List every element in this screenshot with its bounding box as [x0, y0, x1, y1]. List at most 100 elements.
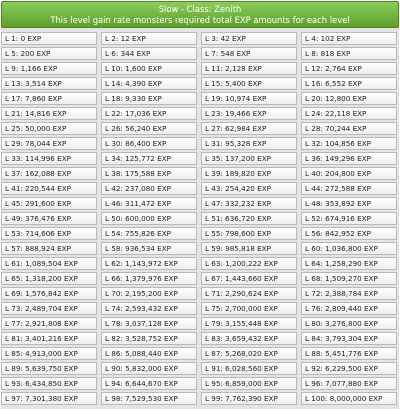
- level-exp-cell: L 86: 5,088,440 EXP: [101, 347, 197, 360]
- level-exp-cell: L 21: 14,816 EXP: [1, 107, 97, 120]
- level-exp-cell: L 3: 42 EXP: [201, 32, 297, 45]
- level-exp-cell: L 12: 2,764 EXP: [301, 62, 397, 75]
- level-exp-cell: L 96: 7,077,880 EXP: [301, 377, 397, 390]
- level-exp-cell: L 93: 6,434,850 EXP: [1, 377, 97, 390]
- level-exp-cell: L 34: 125,772 EXP: [101, 152, 197, 165]
- level-exp-cell: L 30: 86,400 EXP: [101, 137, 197, 150]
- level-exp-cell: L 46: 311,472 EXP: [101, 197, 197, 210]
- level-exp-cell: L 90: 5,832,000 EXP: [101, 362, 197, 375]
- level-exp-cell: L 59: 985,818 EXP: [201, 242, 297, 255]
- level-exp-cell: L 13: 3,514 EXP: [1, 77, 97, 90]
- level-exp-cell: L 67: 1,443,660 EXP: [201, 272, 297, 285]
- level-exp-cell: L 91: 6,028,560 EXP: [201, 362, 297, 375]
- level-exp-cell: L 100: 8,000,000 EXP: [301, 392, 397, 405]
- level-exp-cell: L 76: 2,809,440 EXP: [301, 302, 397, 315]
- level-exp-cell: L 38: 175,588 EXP: [101, 167, 197, 180]
- level-exp-cell: L 84: 3,793,304 EXP: [301, 332, 397, 345]
- level-exp-cell: L 20: 12,800 EXP: [301, 92, 397, 105]
- level-exp-cell: L 25: 50,000 EXP: [1, 122, 97, 135]
- level-exp-cell: L 80: 3,276,800 EXP: [301, 317, 397, 330]
- level-exp-cell: L 60: 1,036,800 EXP: [301, 242, 397, 255]
- level-exp-cell: L 54: 755,826 EXP: [101, 227, 197, 240]
- level-exp-cell: L 83: 3,659,432 EXP: [201, 332, 297, 345]
- level-exp-cell: L 62: 1,143,972 EXP: [101, 257, 197, 270]
- level-exp-cell: L 9: 1,166 EXP: [1, 62, 97, 75]
- level-exp-cell: L 18: 9,330 EXP: [101, 92, 197, 105]
- level-exp-cell: L 73: 2,489,704 EXP: [1, 302, 97, 315]
- level-exp-cell: L 23: 19,466 EXP: [201, 107, 297, 120]
- level-exp-cell: L 78: 3,037,128 EXP: [101, 317, 197, 330]
- level-exp-cell: L 68: 1,509,270 EXP: [301, 272, 397, 285]
- table-title: Slow - Class: Zenith: [158, 4, 242, 14]
- level-exp-cell: L 47: 332,232 EXP: [201, 197, 297, 210]
- level-exp-cell: L 44: 272,588 EXP: [301, 182, 397, 195]
- level-exp-cell: L 81: 3,401,216 EXP: [1, 332, 97, 345]
- level-exp-cell: L 87: 5,268,020 EXP: [201, 347, 297, 360]
- level-exp-cell: L 97: 7,301,380 EXP: [1, 392, 97, 405]
- level-exp-cell: L 29: 78,044 EXP: [1, 137, 97, 150]
- level-exp-cell: L 92: 6,229,500 EXP: [301, 362, 397, 375]
- level-exp-cell: L 19: 10,974 EXP: [201, 92, 297, 105]
- level-exp-cell: L 58: 936,534 EXP: [101, 242, 197, 255]
- level-exp-cell: L 22: 17,036 EXP: [101, 107, 197, 120]
- level-exp-cell: L 71: 2,290,624 EXP: [201, 287, 297, 300]
- level-exp-cell: L 45: 291,600 EXP: [1, 197, 97, 210]
- level-exp-cell: L 52: 674,916 EXP: [301, 212, 397, 225]
- level-exp-cell: L 79: 3,155,448 EXP: [201, 317, 297, 330]
- level-exp-cell: L 8: 818 EXP: [301, 47, 397, 60]
- level-exp-cell: L 28: 70,244 EXP: [301, 122, 397, 135]
- level-exp-cell: L 32: 104,856 EXP: [301, 137, 397, 150]
- level-exp-cell: L 36: 149,296 EXP: [301, 152, 397, 165]
- level-exp-cell: L 94: 6,644,670 EXP: [101, 377, 197, 390]
- level-exp-cell: L 66: 1,379,976 EXP: [101, 272, 197, 285]
- level-exp-cell: L 64: 1,258,290 EXP: [301, 257, 397, 270]
- level-exp-cell: L 4: 102 EXP: [301, 32, 397, 45]
- level-exp-cell: L 57: 888,924 EXP: [1, 242, 97, 255]
- level-exp-cell: L 98: 7,529,530 EXP: [101, 392, 197, 405]
- level-exp-cell: L 51: 636,720 EXP: [201, 212, 297, 225]
- level-exp-cell: L 7: 548 EXP: [201, 47, 297, 60]
- level-exp-cell: L 15: 5,400 EXP: [201, 77, 297, 90]
- level-exp-cell: L 42: 237,080 EXP: [101, 182, 197, 195]
- level-exp-cell: L 14: 4,390 EXP: [101, 77, 197, 90]
- level-exp-cell: L 24: 22,118 EXP: [301, 107, 397, 120]
- level-exp-cell: L 72: 2,388,784 EXP: [301, 287, 397, 300]
- level-grid: L 1: 0 EXP L 2: 12 EXP L 3: 42 EXP L 4: 102…: [1, 32, 399, 405]
- level-exp-cell: L 55: 798,600 EXP: [201, 227, 297, 240]
- level-exp-cell: L 41: 220,544 EXP: [1, 182, 97, 195]
- level-exp-cell: L 6: 344 EXP: [101, 47, 197, 60]
- level-exp-cell: L 33: 114,996 EXP: [1, 152, 97, 165]
- level-exp-cell: L 5: 200 EXP: [1, 47, 97, 60]
- level-exp-cell: L 2: 12 EXP: [101, 32, 197, 45]
- level-exp-cell: L 77: 2,921,808 EXP: [1, 317, 97, 330]
- level-exp-cell: L 26: 56,240 EXP: [101, 122, 197, 135]
- level-exp-cell: L 82: 3,528,752 EXP: [101, 332, 197, 345]
- level-exp-cell: L 1: 0 EXP: [1, 32, 97, 45]
- exp-table-panel: Slow - Class: Zenith This level gain rat…: [1, 1, 399, 409]
- level-exp-cell: L 61: 1,089,504 EXP: [1, 257, 97, 270]
- level-exp-cell: L 56: 842,952 EXP: [301, 227, 397, 240]
- level-exp-cell: L 10: 1,600 EXP: [101, 62, 197, 75]
- level-exp-cell: L 88: 5,451,776 EXP: [301, 347, 397, 360]
- level-exp-cell: L 65: 1,318,200 EXP: [1, 272, 97, 285]
- level-exp-cell: L 74: 2,593,432 EXP: [101, 302, 197, 315]
- level-exp-cell: L 95: 6,859,000 EXP: [201, 377, 297, 390]
- level-exp-cell: L 50: 600,000 EXP: [101, 212, 197, 225]
- table-subtitle: This level gain rate monsters required t…: [50, 15, 350, 25]
- level-exp-cell: L 49: 376,476 EXP: [1, 212, 97, 225]
- level-exp-cell: L 39: 189,820 EXP: [201, 167, 297, 180]
- level-exp-cell: L 37: 162,088 EXP: [1, 167, 97, 180]
- level-exp-cell: L 16: 6,552 EXP: [301, 77, 397, 90]
- level-exp-cell: L 99: 7,762,390 EXP: [201, 392, 297, 405]
- level-exp-cell: L 43: 254,420 EXP: [201, 182, 297, 195]
- level-exp-cell: L 48: 353,892 EXP: [301, 197, 397, 210]
- level-exp-cell: L 31: 95,328 EXP: [201, 137, 297, 150]
- level-exp-cell: L 35: 137,200 EXP: [201, 152, 297, 165]
- level-exp-cell: L 70: 2,195,200 EXP: [101, 287, 197, 300]
- level-exp-cell: L 53: 714,606 EXP: [1, 227, 97, 240]
- level-exp-cell: L 11: 2,128 EXP: [201, 62, 297, 75]
- level-exp-cell: L 75: 2,700,000 EXP: [201, 302, 297, 315]
- level-exp-cell: L 63: 1,200,222 EXP: [201, 257, 297, 270]
- table-header: Slow - Class: Zenith This level gain rat…: [1, 1, 399, 28]
- level-exp-cell: L 69: 1,576,842 EXP: [1, 287, 97, 300]
